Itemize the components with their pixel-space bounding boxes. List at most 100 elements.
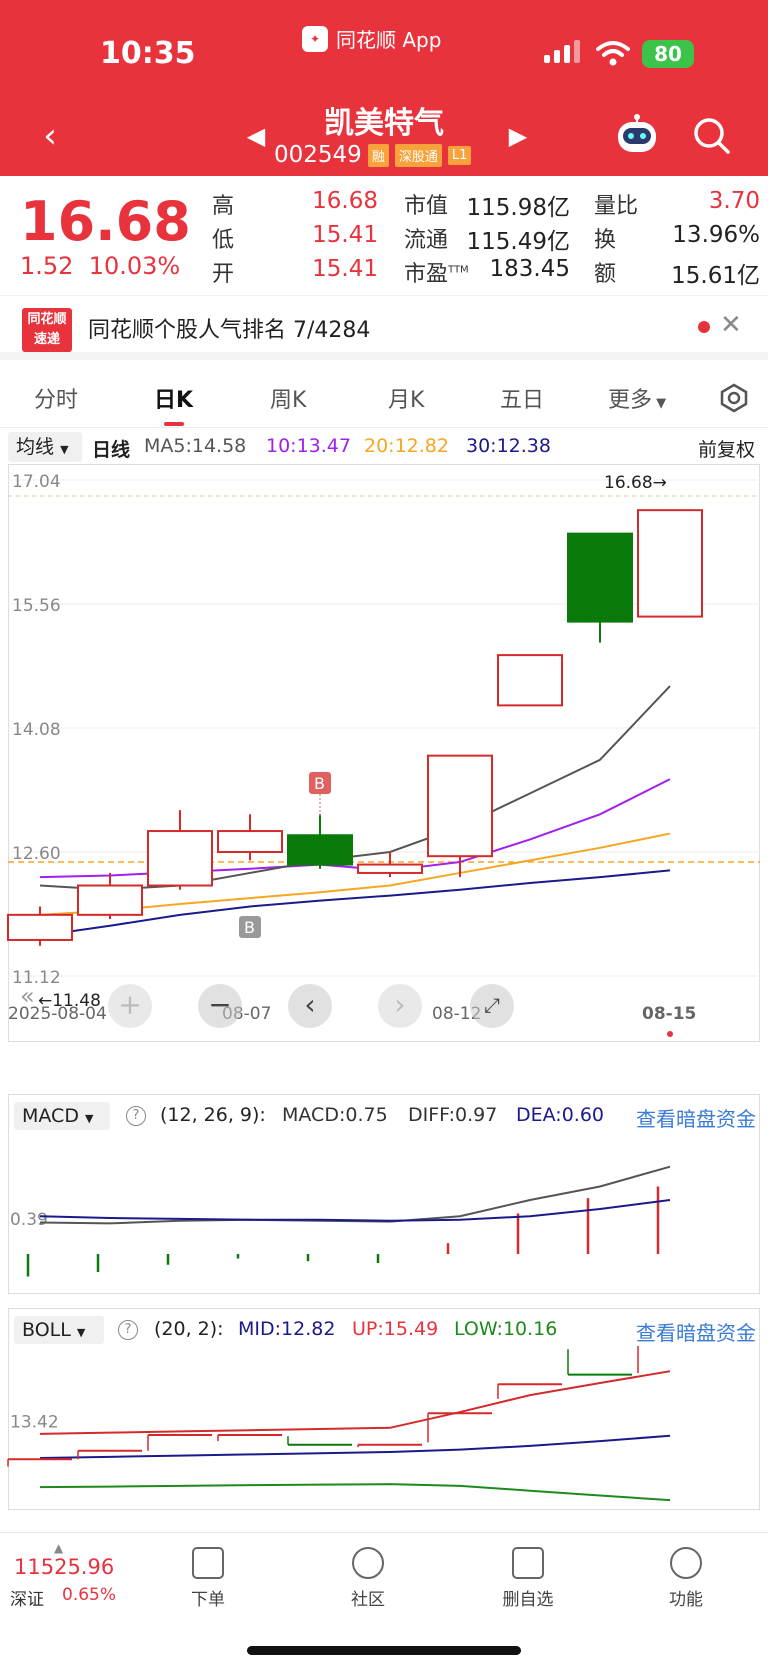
- adjust-mode[interactable]: 前复权: [698, 435, 755, 462]
- zoom-in-button[interactable]: +: [108, 984, 152, 1028]
- boll-select-label: BOLL: [22, 1319, 71, 1341]
- boll-mid: MID:12.82: [238, 1318, 336, 1340]
- macd-select[interactable]: MACD ▼: [14, 1102, 110, 1130]
- functions-icon: [670, 1547, 702, 1579]
- candle-body: [637, 509, 703, 618]
- close-icon[interactable]: ✕: [720, 310, 742, 340]
- express-logo-bottom: 速递: [33, 332, 60, 347]
- dark-pool-link[interactable]: 查看暗盘资金: [636, 1317, 756, 1346]
- stock-code: 002549: [274, 142, 362, 168]
- ma5-line: [39, 685, 671, 891]
- nav-order-label: 下单: [191, 1590, 225, 1610]
- macd-y-label: 0.39: [10, 1210, 48, 1230]
- index-name: 深证: [10, 1590, 44, 1610]
- mcap-label: 市值: [404, 194, 449, 219]
- help-icon[interactable]: ?: [126, 1106, 146, 1126]
- popularity-banner[interactable]: 同花顺 速递 同花顺个股人气排名 7/4284 ✕: [0, 296, 768, 360]
- settings-hexagon-icon[interactable]: [718, 382, 750, 414]
- dark-pool-link[interactable]: 查看暗盘资金: [636, 1103, 756, 1132]
- boll-mid-line: [39, 1434, 671, 1460]
- nav-functions[interactable]: 功能: [646, 1547, 726, 1610]
- change-percent: 10.03%: [88, 252, 181, 280]
- price-change: 1.52 10.03%: [20, 252, 180, 280]
- boll-params: (20, 2):: [154, 1318, 224, 1340]
- ma10-value: 10:13.47: [266, 435, 351, 457]
- search-icon[interactable]: [692, 116, 732, 156]
- boll-y-label: 13.42: [10, 1412, 59, 1432]
- y-axis-label: 15.56: [12, 596, 61, 616]
- macd-diff: DIFF:0.97: [408, 1104, 498, 1126]
- macd-value: MACD:0.75: [282, 1104, 388, 1126]
- tab-daily-k[interactable]: 日K: [154, 382, 193, 414]
- period-tabs: 分时 日K 周K 月K 五日 更多 ▼: [0, 368, 768, 428]
- turnover-value: 13.96%: [672, 222, 760, 248]
- app-name-badge[interactable]: ✦ 同花顺 App: [302, 24, 441, 53]
- caret-down-icon: ▼: [652, 396, 667, 411]
- low-label: 低: [212, 228, 235, 253]
- low-value: 15.41: [312, 222, 378, 248]
- bottom-bar: ▲ 11525.96 深证 0.65% 下单 社区 删自选 功能: [0, 1532, 768, 1669]
- robot-assistant-icon[interactable]: [612, 112, 662, 156]
- buy-marker-label: B: [244, 918, 255, 937]
- candle-body: [77, 884, 143, 916]
- ma-legend-row: 均线 ▼ 日线 MA5:14.58 10:13.47 20:12.82 30:1…: [0, 432, 768, 462]
- amount-label: 额: [594, 262, 617, 287]
- float-value: 115.49亿: [466, 229, 570, 255]
- indicator-select[interactable]: 均线 ▼: [8, 432, 82, 462]
- candle-body: [357, 863, 423, 874]
- macd-dea: DEA:0.60: [516, 1104, 605, 1126]
- signal-icon: [544, 40, 580, 63]
- nav-order[interactable]: 下单: [168, 1547, 248, 1610]
- boll-chart: 13.42: [7, 1346, 671, 1502]
- app-header: 10:35 ✦ 同花顺 App 80 ‹ ◀ ▶ 凯美特气 002549 融 深…: [0, 0, 768, 176]
- tab-monthly-k[interactable]: 月K: [388, 382, 424, 414]
- kline-chart[interactable]: 17.0415.5614.0812.6011.1216.68→←11.48BB2…: [0, 464, 768, 1042]
- help-icon[interactable]: ?: [118, 1320, 138, 1340]
- app-logo-icon: ✦: [302, 25, 328, 52]
- candle-body: [287, 834, 353, 866]
- nav-community[interactable]: 社区: [328, 1547, 408, 1610]
- order-icon: [192, 1547, 224, 1579]
- turnover-label: 换: [594, 228, 617, 253]
- index-percent: 0.65%: [62, 1585, 117, 1605]
- change-value: 1.52: [20, 252, 74, 280]
- remove-watchlist-icon: [512, 1547, 544, 1579]
- y-axis-label: 17.04: [12, 472, 61, 492]
- candle-body: [7, 913, 73, 941]
- y-axis-label: 12.60: [12, 844, 61, 864]
- express-logo: 同花顺 速递: [22, 308, 72, 352]
- pe-label-text: 市盈: [404, 262, 449, 287]
- active-tab-indicator: [164, 422, 184, 426]
- collapse-left-icon[interactable]: «: [20, 982, 50, 1012]
- candle-body: [427, 754, 493, 858]
- nav-community-label: 社区: [351, 1590, 385, 1610]
- express-logo-top: 同花顺: [27, 312, 67, 327]
- tab-more[interactable]: 更多 ▼: [608, 382, 666, 414]
- tab-five-day[interactable]: 五日: [500, 382, 544, 414]
- nav-remove-watchlist[interactable]: 删自选: [488, 1547, 568, 1610]
- boll-low-line: [39, 1483, 671, 1502]
- high-marker: 16.68→: [604, 473, 667, 493]
- tab-weekly-k[interactable]: 周K: [270, 382, 306, 414]
- volume-ratio-label: 量比: [594, 194, 639, 219]
- current-price: 16.68: [20, 190, 191, 253]
- open-value: 15.41: [312, 256, 378, 282]
- pan-right-button[interactable]: ›: [378, 984, 422, 1028]
- candle-body: [567, 532, 633, 623]
- battery-indicator: 80: [642, 40, 694, 68]
- caret-down-icon: ▼: [60, 443, 69, 456]
- x-axis-label: 08-15: [642, 1004, 696, 1024]
- boll-select[interactable]: BOLL ▼: [14, 1316, 104, 1344]
- mcap-value: 115.98亿: [466, 195, 570, 221]
- index-value[interactable]: 11525.96: [14, 1555, 114, 1579]
- ma5-value: MA5:14.58: [144, 435, 247, 457]
- tab-intraday[interactable]: 分时: [34, 382, 78, 414]
- pan-left-button[interactable]: ‹: [288, 984, 332, 1028]
- status-time: 10:35: [100, 36, 196, 71]
- caret-down-icon: ▼: [76, 1326, 86, 1339]
- ma30-value: 30:12.38: [466, 435, 551, 457]
- fullscreen-button[interactable]: ⤢: [470, 984, 514, 1028]
- ma10-line: [39, 778, 671, 879]
- pe-label: 市盈TTM: [404, 256, 469, 288]
- zoom-out-button[interactable]: −: [198, 984, 242, 1028]
